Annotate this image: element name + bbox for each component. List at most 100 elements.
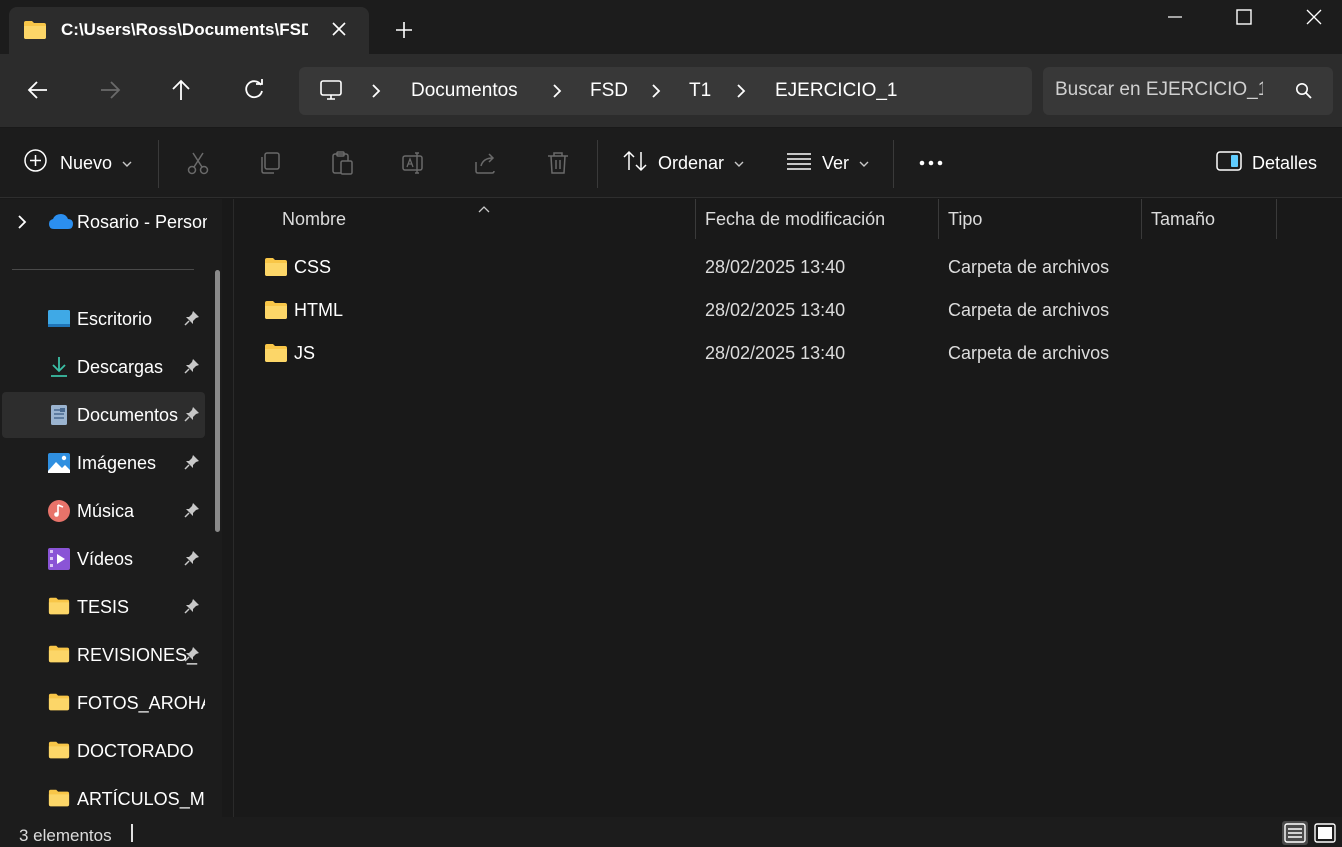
file-name: CSS — [294, 257, 332, 277]
file-list: Nombre Fecha de modificación Tipo Tamaño… — [234, 199, 1342, 817]
pin-icon[interactable] — [184, 310, 200, 331]
sidebar-scrollbar[interactable] — [215, 270, 220, 532]
pin-icon[interactable] — [184, 598, 200, 619]
file-row[interactable]: CSS 28/02/2025 13:40 Carpeta de archivos — [234, 247, 1342, 290]
download-icon — [48, 356, 70, 378]
sidebar-item-doctorado[interactable]: DOCTORADO — [2, 728, 205, 774]
sidebar-item-onedrive[interactable]: Rosario - Personal — [0, 199, 222, 245]
chevron-right-icon[interactable] — [550, 82, 564, 105]
documents-icon — [48, 404, 70, 426]
pin-icon[interactable] — [184, 454, 200, 475]
arrow-up-icon[interactable] — [168, 77, 194, 103]
plus-icon[interactable] — [392, 18, 416, 42]
new-label: Nuevo — [60, 152, 113, 173]
maximize-icon[interactable] — [1221, 0, 1267, 34]
sidebar-item-articulos[interactable]: ARTÍCULOS_MEN — [2, 776, 205, 817]
sidebar-item-label: FOTOS_AROHA_ — [77, 693, 205, 713]
divider — [893, 140, 894, 188]
command-bar: Nuevo Ordenar Ver Detalles — [0, 128, 1342, 198]
breadcrumb-t1[interactable]: T1 — [689, 80, 711, 102]
arrow-right-icon[interactable] — [97, 77, 123, 103]
details-button[interactable]: Detalles — [1216, 128, 1317, 198]
pin-icon[interactable] — [184, 550, 200, 571]
search-icon[interactable] — [1295, 82, 1313, 105]
cut-icon[interactable] — [185, 150, 211, 176]
column-header-name[interactable]: Nombre — [234, 199, 695, 239]
music-icon — [48, 500, 70, 522]
column-header-modified[interactable]: Fecha de modificación — [696, 199, 938, 239]
file-type: Carpeta de archivos — [948, 300, 1110, 320]
refresh-icon[interactable] — [241, 77, 267, 103]
file-row[interactable]: HTML 28/02/2025 13:40 Carpeta de archivo… — [234, 290, 1342, 333]
navigation-bar: Documentos FSD T1 EJERCICIO_1 — [0, 54, 1342, 127]
sidebar-item-fotos-aroha[interactable]: FOTOS_AROHA_ — [2, 680, 205, 726]
paste-icon[interactable] — [329, 150, 355, 176]
arrow-left-icon[interactable] — [25, 77, 51, 103]
sidebar-item-documentos[interactable]: Documentos — [2, 392, 205, 438]
folder-icon — [264, 257, 288, 282]
rename-icon[interactable] — [401, 150, 427, 176]
breadcrumb-documentos[interactable]: Documentos — [411, 80, 518, 102]
sidebar-item-escritorio[interactable]: Escritorio — [2, 296, 205, 342]
pin-icon[interactable] — [184, 358, 200, 379]
sidebar-item-label: DOCTORADO — [77, 741, 194, 761]
chevron-right-icon[interactable] — [16, 214, 28, 235]
text-caret — [131, 824, 133, 842]
folder-icon — [23, 20, 47, 45]
sidebar-item-musica[interactable]: Música — [2, 488, 205, 534]
search-input[interactable] — [1055, 77, 1263, 103]
sort-button[interactable]: Ordenar — [622, 128, 744, 198]
details-pane-icon — [1216, 150, 1242, 176]
address-bar[interactable]: Documentos FSD T1 EJERCICIO_1 — [299, 67, 1032, 115]
divider — [158, 140, 159, 188]
delete-icon[interactable] — [545, 150, 571, 176]
minimize-icon[interactable] — [1152, 0, 1198, 34]
pin-icon[interactable] — [184, 646, 200, 667]
column-divider[interactable] — [1276, 199, 1277, 239]
desktop-icon — [48, 308, 70, 330]
status-bar: 3 elementos — [0, 817, 1342, 847]
file-modified: 28/02/2025 13:40 — [705, 343, 846, 363]
breadcrumb-ejercicio-1[interactable]: EJERCICIO_1 — [775, 80, 897, 102]
view-button[interactable]: Ver — [786, 128, 869, 198]
close-icon[interactable] — [1291, 0, 1337, 34]
column-header-type[interactable]: Tipo — [939, 199, 1141, 239]
file-name: HTML — [294, 300, 343, 320]
chevron-right-icon[interactable] — [369, 82, 383, 105]
breadcrumb-fsd[interactable]: FSD — [590, 80, 628, 102]
videos-icon — [48, 548, 70, 570]
sidebar-item-videos[interactable]: Vídeos — [2, 536, 205, 582]
pin-icon[interactable] — [184, 502, 200, 523]
folder-icon — [264, 300, 288, 325]
chevron-right-icon[interactable] — [649, 82, 663, 105]
view-lines-icon — [786, 151, 812, 176]
sidebar-item-revisiones[interactable]: REVISIONES_ — [2, 632, 205, 678]
divider — [12, 269, 194, 270]
pin-icon[interactable] — [184, 406, 200, 427]
more-icon[interactable] — [918, 150, 944, 176]
column-header-size[interactable]: Tamaño — [1142, 199, 1276, 239]
file-row[interactable]: JS 28/02/2025 13:40 Carpeta de archivos — [234, 333, 1342, 376]
file-name: JS — [294, 343, 316, 363]
tiles-view-icon[interactable] — [1312, 821, 1338, 845]
sidebar-item-descargas[interactable]: Descargas — [2, 344, 205, 390]
details-label: Detalles — [1252, 152, 1318, 173]
item-count: 3 elementos — [19, 826, 112, 845]
details-view-icon[interactable] — [1282, 821, 1308, 845]
new-button[interactable]: Nuevo — [23, 128, 132, 198]
computer-icon[interactable] — [319, 78, 343, 107]
close-tab-icon[interactable] — [327, 17, 351, 41]
chevron-right-icon[interactable] — [734, 82, 748, 105]
copy-icon[interactable] — [257, 150, 283, 176]
folder-icon — [264, 343, 288, 368]
file-modified: 28/02/2025 13:40 — [705, 257, 846, 277]
sidebar-item-imagenes[interactable]: Imágenes — [2, 440, 205, 486]
divider — [597, 140, 598, 188]
search-box[interactable] — [1043, 67, 1333, 115]
chevron-down-icon — [859, 153, 869, 173]
window-tab[interactable]: C:\Users\Ross\Documents\FSD — [9, 7, 369, 54]
folder-icon — [48, 788, 70, 810]
pictures-icon — [48, 452, 70, 474]
share-icon[interactable] — [473, 150, 499, 176]
sidebar-item-tesis[interactable]: TESIS — [2, 584, 205, 630]
